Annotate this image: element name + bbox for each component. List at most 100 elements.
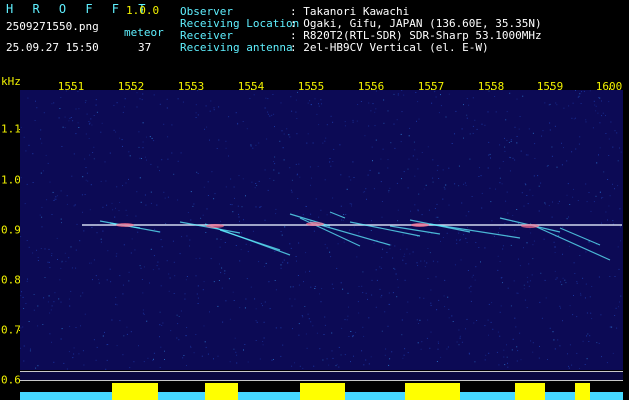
- noise-dot: [26, 280, 28, 282]
- noise-dot: [499, 167, 501, 169]
- noise-dot: [499, 227, 501, 229]
- noise-dot: [82, 350, 84, 352]
- noise-dot: [404, 279, 406, 281]
- noise-dot: [363, 364, 365, 366]
- noise-dot: [305, 271, 306, 273]
- noise-dot: [173, 261, 175, 263]
- noise-dot: [290, 96, 292, 98]
- noise-dot: [375, 139, 377, 141]
- noise-dot: [316, 113, 318, 115]
- noise-dot: [142, 141, 144, 143]
- noise-dot: [93, 339, 95, 341]
- noise-dot: [464, 182, 466, 184]
- noise-dot: [20, 236, 22, 238]
- noise-dot: [531, 274, 533, 276]
- noise-dot: [407, 301, 409, 303]
- noise-dot: [609, 276, 611, 277]
- noise-dot: [292, 328, 293, 330]
- noise-dot: [118, 210, 120, 212]
- noise-dot: [128, 280, 130, 282]
- noise-dot: [266, 138, 268, 140]
- noise-dot: [614, 276, 616, 277]
- noise-dot: [200, 217, 202, 219]
- noise-dot: [172, 240, 174, 242]
- noise-dot: [152, 359, 154, 361]
- noise-dot: [496, 351, 498, 353]
- noise-dot: [510, 139, 512, 141]
- noise-dot: [330, 256, 332, 258]
- noise-dot: [353, 355, 354, 357]
- noise-dot: [213, 281, 215, 283]
- noise-dot: [512, 215, 514, 216]
- noise-dot: [519, 265, 521, 267]
- noise-dot: [73, 205, 75, 207]
- noise-dot: [207, 195, 209, 196]
- noise-dot: [32, 153, 34, 155]
- noise-dot: [234, 337, 236, 339]
- noise-dot: [362, 191, 364, 193]
- noise-dot: [23, 360, 25, 362]
- noise-dot: [28, 144, 30, 146]
- noise-dot: [554, 125, 556, 127]
- noise-dot: [580, 294, 582, 296]
- noise-dot: [62, 126, 64, 128]
- noise-dot: [37, 305, 39, 307]
- noise-dot: [463, 234, 465, 236]
- noise-dot: [548, 104, 550, 106]
- noise-dot: [173, 173, 175, 175]
- noise-dot: [448, 308, 450, 310]
- noise-dot: [436, 203, 438, 205]
- noise-dot: [156, 265, 158, 267]
- noise-dot: [60, 190, 62, 192]
- noise-dot: [115, 296, 117, 298]
- noise-dot: [446, 232, 448, 234]
- noise-dot: [284, 226, 286, 228]
- noise-dot: [518, 223, 519, 224]
- noise-dot: [402, 259, 404, 261]
- noise-dot: [418, 193, 420, 195]
- noise-dot: [173, 293, 175, 294]
- noise-dot: [527, 203, 529, 205]
- noise-dot: [318, 124, 320, 126]
- noise-dot: [246, 278, 248, 280]
- noise-dot: [48, 261, 50, 263]
- noise-dot: [388, 303, 390, 305]
- noise-dot: [44, 248, 46, 250]
- noise-dot: [521, 192, 523, 194]
- noise-dot: [32, 182, 34, 183]
- noise-dot: [256, 185, 258, 186]
- noise-dot: [289, 167, 291, 169]
- noise-dot: [461, 341, 463, 343]
- noise-dot: [219, 263, 220, 265]
- meteor-echo: [429, 223, 521, 239]
- noise-dot: [295, 163, 297, 165]
- noise-dot: [51, 253, 53, 254]
- noise-dot: [595, 110, 597, 112]
- noise-dot: [177, 323, 179, 325]
- noise-dot: [558, 200, 560, 202]
- noise-dot: [576, 316, 578, 318]
- noise-dot: [274, 156, 276, 158]
- noise-dot: [459, 337, 461, 339]
- noise-dot: [440, 105, 442, 107]
- noise-dot: [72, 120, 74, 122]
- noise-dot: [243, 349, 244, 351]
- noise-dot: [71, 267, 73, 269]
- noise-dot: [426, 262, 428, 264]
- noise-dot: [167, 158, 169, 160]
- noise-dot: [66, 195, 68, 197]
- noise-dot: [153, 352, 155, 354]
- noise-dot: [283, 133, 285, 135]
- noise-dot: [168, 290, 170, 292]
- noise-dot: [166, 260, 168, 262]
- noise-dot: [474, 119, 476, 121]
- noise-dot: [282, 261, 284, 263]
- noise-dot: [585, 183, 587, 185]
- noise-dot: [186, 235, 188, 237]
- noise-dot: [192, 205, 194, 207]
- noise-dot: [400, 141, 402, 143]
- noise-dot: [588, 192, 590, 193]
- noise-dot: [459, 239, 461, 241]
- noise-dot: [387, 325, 389, 327]
- noise-dot: [582, 277, 584, 279]
